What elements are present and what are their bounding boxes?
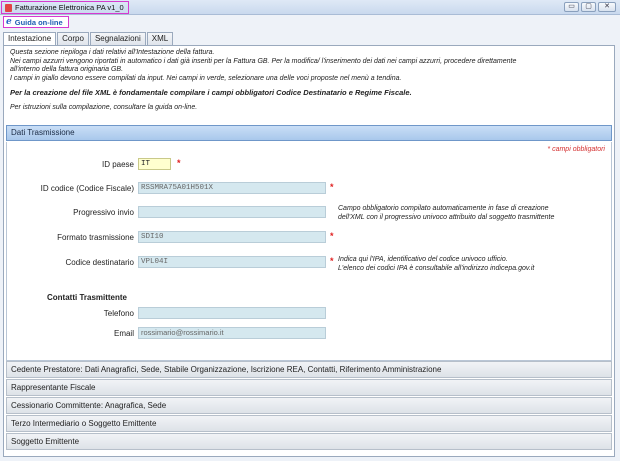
email-field[interactable]: rossimario@rossimario.it bbox=[138, 327, 326, 339]
minimize-button[interactable]: ▭ bbox=[564, 2, 579, 12]
window-title: Fatturazione Elettronica PA v1_0 bbox=[1, 1, 129, 14]
internet-explorer-icon: e bbox=[6, 17, 12, 27]
app-icon bbox=[5, 3, 12, 12]
intro-line: I campi in giallo devono essere compilat… bbox=[10, 74, 402, 82]
codice-destinatario-field[interactable]: VPL04I bbox=[138, 256, 326, 268]
required-fields-note: * campi obbligatori bbox=[547, 146, 605, 153]
tab-bar: Intestazione Corpo Segnalazioni XML bbox=[3, 32, 174, 46]
help-line: L'elenco dei codici IPA è consultabile a… bbox=[338, 264, 535, 272]
window-title-text: Fatturazione Elettronica PA v1_0 bbox=[15, 3, 124, 12]
section-dati-trasmissione-body: * campi obbligatori ID paese IT * ID cod… bbox=[6, 142, 612, 361]
required-marker: * bbox=[177, 158, 181, 168]
window-titlebar: Fatturazione Elettronica PA v1_0 ▭ ▢ ✕ bbox=[0, 0, 620, 15]
guida-online-button[interactable]: e Guida on-line bbox=[3, 16, 69, 28]
intro-text: Questa sezione riepiloga i dati relativi… bbox=[10, 49, 610, 112]
close-button[interactable]: ✕ bbox=[598, 2, 616, 12]
tab-segnalazioni[interactable]: Segnalazioni bbox=[89, 32, 146, 45]
formato-trasmissione-label: Formato trasmissione bbox=[57, 233, 134, 242]
guida-online-label: Guida on-line bbox=[14, 17, 63, 27]
section-soggetto-emittente[interactable]: Soggetto Emittente bbox=[6, 433, 612, 450]
intro-line: Questa sezione riepiloga i dati relativi… bbox=[10, 49, 215, 56]
section-rappresentante-fiscale[interactable]: Rappresentante Fiscale bbox=[6, 379, 612, 396]
id-codice-label: ID codice (Codice Fiscale) bbox=[40, 184, 134, 193]
window-controls: ▭ ▢ ✕ bbox=[564, 2, 616, 12]
intro-line: Nei campi azzurri vengono riportati in a… bbox=[10, 57, 517, 65]
telefono-field[interactable] bbox=[138, 307, 326, 319]
codice-destinatario-help-text: Indica qui l'IPA, identificativo del cod… bbox=[338, 256, 534, 273]
section-cessionario-committente[interactable]: Cessionario Committente: Anagrafica, Sed… bbox=[6, 397, 612, 414]
section-terzo-intermediario[interactable]: Terzo Intermediario o Soggetto Emittente bbox=[6, 415, 612, 432]
intro-important-note: Per la creazione del file XML è fondamen… bbox=[10, 88, 412, 97]
help-line: Indica qui l'IPA, identificativo del cod… bbox=[338, 256, 508, 263]
telefono-label: Telefono bbox=[103, 309, 134, 318]
tab-corpo[interactable]: Corpo bbox=[57, 32, 89, 45]
id-paese-field[interactable]: IT bbox=[138, 158, 171, 170]
progressivo-invio-label: Progressivo invio bbox=[73, 208, 134, 217]
restore-button[interactable]: ▢ bbox=[581, 2, 596, 12]
formato-trasmissione-field[interactable]: SDI10 bbox=[138, 231, 326, 243]
tab-intestazione[interactable]: Intestazione bbox=[3, 32, 57, 46]
id-paese-label: ID paese bbox=[101, 160, 134, 169]
email-label: Email bbox=[113, 329, 134, 338]
required-marker: * bbox=[330, 182, 334, 192]
required-marker: * bbox=[330, 231, 334, 241]
intestazione-panel: Questa sezione riepiloga i dati relativi… bbox=[3, 45, 615, 457]
required-marker: * bbox=[330, 256, 334, 266]
progressivo-help-text: Campo obbligatorio compilato automaticam… bbox=[338, 205, 554, 222]
intro-line: all'interno della fattura originaria GB. bbox=[10, 66, 124, 73]
contatti-trasmittente-heading: Contatti Trasmittente bbox=[47, 293, 128, 302]
help-line: dell'XML con il progressivo univoco attr… bbox=[338, 213, 555, 221]
tab-xml[interactable]: XML bbox=[146, 32, 174, 45]
codice-destinatario-label: Codice destinatario bbox=[65, 258, 134, 267]
help-line: Campo obbligatorio compilato automaticam… bbox=[338, 205, 549, 212]
id-codice-field[interactable]: RSSMRA75A01H501X bbox=[138, 182, 326, 194]
progressivo-invio-field[interactable] bbox=[138, 206, 326, 218]
section-dati-trasmissione-header[interactable]: Dati Trasmissione bbox=[6, 125, 612, 141]
intro-guide-line: Per istruzioni sulla compilazione, consu… bbox=[10, 103, 198, 111]
section-cedente-prestatore[interactable]: Cedente Prestatore: Dati Anagrafici, Sed… bbox=[6, 361, 612, 378]
